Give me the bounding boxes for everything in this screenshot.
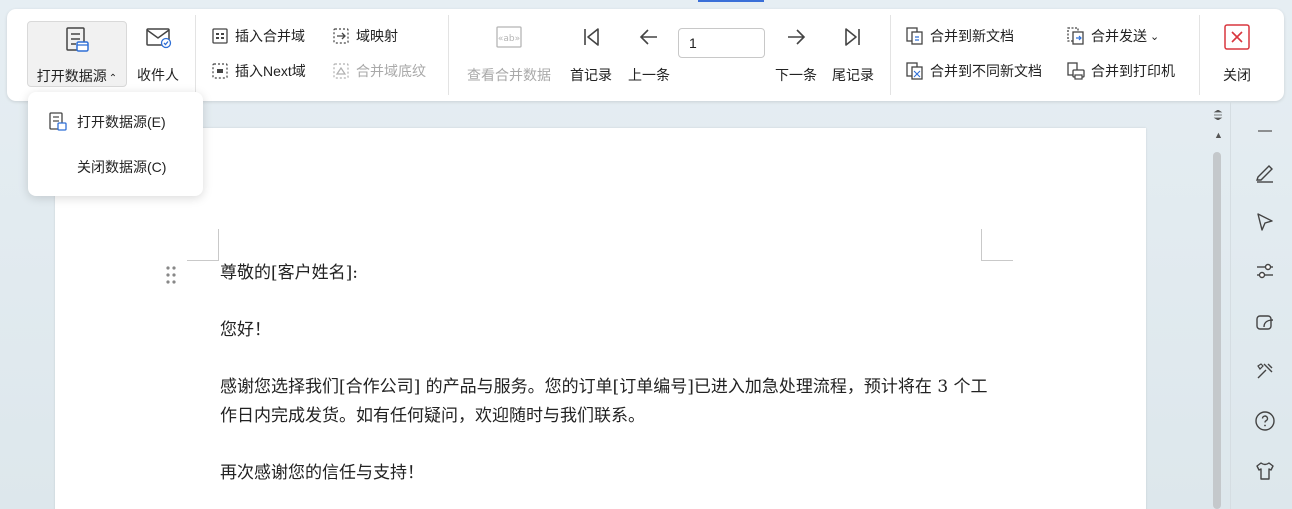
view-data-icon: «ab» xyxy=(493,21,525,53)
merge-field-shading-label: 合并域底纹 xyxy=(356,63,426,79)
merge-to-printer-button[interactable]: 合并到打印机 xyxy=(1066,59,1175,83)
document-page[interactable]: 尊敬的[客户姓名]: 您好！ 感谢您选择我们[合作公司] 的产品与服务。您的订单… xyxy=(55,128,1146,509)
ribbon-separator xyxy=(1199,15,1200,95)
help-icon[interactable] xyxy=(1253,409,1277,433)
closing-paragraph: 再次感谢您的信任与支持！ xyxy=(220,463,424,483)
svg-text:«ab»: «ab» xyxy=(498,34,520,44)
chevron-up-icon: ⌃ xyxy=(108,73,118,84)
document-body[interactable]: 尊敬的[客户姓名]: 您好！ 感谢您选择我们[合作公司] 的产品与服务。您的订单… xyxy=(220,259,990,509)
shirt-icon[interactable] xyxy=(1253,459,1277,483)
ribbon-separator xyxy=(195,15,196,95)
minimize-icon[interactable] xyxy=(1253,119,1277,143)
sliders-icon[interactable] xyxy=(1253,259,1277,283)
record-number-input[interactable] xyxy=(678,28,765,58)
view-merged-data-label: 查看合并数据 xyxy=(467,67,551,83)
first-record-icon xyxy=(575,21,607,53)
open-datasource-button[interactable]: 打开数据源 ⌃ xyxy=(27,21,127,87)
view-merged-data-button[interactable]: «ab» 查看合并数据 xyxy=(462,21,556,85)
first-record-button[interactable]: 首记录 xyxy=(566,21,616,85)
vertical-scrollbar[interactable] xyxy=(1213,152,1221,509)
pen-icon[interactable] xyxy=(1253,160,1277,184)
margin-corner-mark xyxy=(981,229,1013,261)
new-doc-icon xyxy=(905,26,925,46)
open-datasource-label: 打开数据源 xyxy=(36,68,107,84)
merge-to-new-doc-button[interactable]: 合并到新文档 xyxy=(905,24,1014,48)
margin-corner-mark xyxy=(187,229,219,261)
last-record-button[interactable]: 尾记录 xyxy=(828,21,878,85)
salutation-paragraph: 尊敬的[客户姓名]: xyxy=(220,263,358,283)
greeting-paragraph: 您好！ xyxy=(220,320,271,340)
merge-to-different-docs-button[interactable]: 合并到不同新文档 xyxy=(905,59,1042,83)
cursor-icon[interactable] xyxy=(1253,210,1277,234)
close-mail-merge-button[interactable]: 关闭 xyxy=(1212,21,1262,85)
datasource-icon xyxy=(61,24,93,56)
close-label: 关闭 xyxy=(1223,67,1251,83)
menu-item-open-datasource[interactable]: 打开数据源(E) xyxy=(28,104,203,140)
right-tool-sidebar xyxy=(1230,101,1292,509)
merge-field-icon xyxy=(210,26,230,46)
arrow-left-icon xyxy=(633,21,665,53)
next-record-button[interactable]: 下一条 xyxy=(771,21,821,85)
scroll-up-arrow-icon[interactable]: ▲ xyxy=(1214,130,1223,140)
ribbon-separator xyxy=(448,15,449,95)
last-record-icon xyxy=(837,21,869,53)
merge-to-printer-label: 合并到打印机 xyxy=(1091,63,1175,79)
drag-handle-icon[interactable] xyxy=(165,265,177,285)
different-docs-icon xyxy=(905,61,925,81)
shapes-icon[interactable] xyxy=(1253,310,1277,334)
merge-field-shading-button[interactable]: 合并域底纹 xyxy=(331,59,426,83)
prev-record-label: 上一条 xyxy=(628,67,670,83)
next-field-icon xyxy=(210,61,230,81)
insert-merge-field-button[interactable]: 插入合并域 xyxy=(210,24,305,48)
mail-merge-ribbon: 打开数据源 ⌃ 收件人 插入合并域 域映射 插入Next域 合并域底纹 «ab»… xyxy=(7,9,1284,101)
chevron-down-icon: ⌄ xyxy=(1150,30,1160,43)
arrow-right-icon xyxy=(780,21,812,53)
body-paragraph: 感谢您选择我们[合作公司] 的产品与服务。您的订单[订单编号]已进入加急处理流程… xyxy=(220,377,988,426)
tools-icon[interactable] xyxy=(1253,359,1277,383)
first-record-label: 首记录 xyxy=(570,67,612,83)
prev-record-button[interactable]: 上一条 xyxy=(624,21,674,85)
insert-merge-field-label: 插入合并域 xyxy=(235,28,305,44)
split-view-icon[interactable] xyxy=(1213,109,1223,123)
datasource-dropdown-menu: 打开数据源(E) 关闭数据源(C) xyxy=(28,92,203,196)
field-mapping-icon xyxy=(331,26,351,46)
merge-to-different-docs-label: 合并到不同新文档 xyxy=(930,63,1042,79)
insert-next-field-label: 插入Next域 xyxy=(235,63,306,79)
ribbon-separator xyxy=(890,15,891,95)
recipients-label: 收件人 xyxy=(137,67,179,83)
last-record-label: 尾记录 xyxy=(832,67,874,83)
shading-icon xyxy=(331,61,351,81)
merge-send-icon xyxy=(1066,26,1086,46)
menu-item-close-datasource[interactable]: 关闭数据源(C) xyxy=(28,149,203,185)
datasource-icon xyxy=(47,111,69,133)
merge-send-label: 合并发送 xyxy=(1091,28,1147,44)
menu-item-open-datasource-label: 打开数据源(E) xyxy=(77,114,166,130)
recipients-button[interactable]: 收件人 xyxy=(133,21,183,85)
merge-to-new-doc-label: 合并到新文档 xyxy=(930,28,1014,44)
field-mapping-label: 域映射 xyxy=(356,28,398,44)
printer-icon xyxy=(1066,61,1086,81)
envelope-check-icon xyxy=(142,21,174,53)
merge-send-button[interactable]: 合并发送 ⌄ xyxy=(1066,24,1159,48)
menu-item-close-datasource-label: 关闭数据源(C) xyxy=(77,159,167,175)
field-mapping-button[interactable]: 域映射 xyxy=(331,24,398,48)
active-tab-indicator xyxy=(698,0,764,2)
next-record-label: 下一条 xyxy=(775,67,817,83)
insert-next-field-button[interactable]: 插入Next域 xyxy=(210,59,306,83)
close-icon xyxy=(1221,21,1253,53)
